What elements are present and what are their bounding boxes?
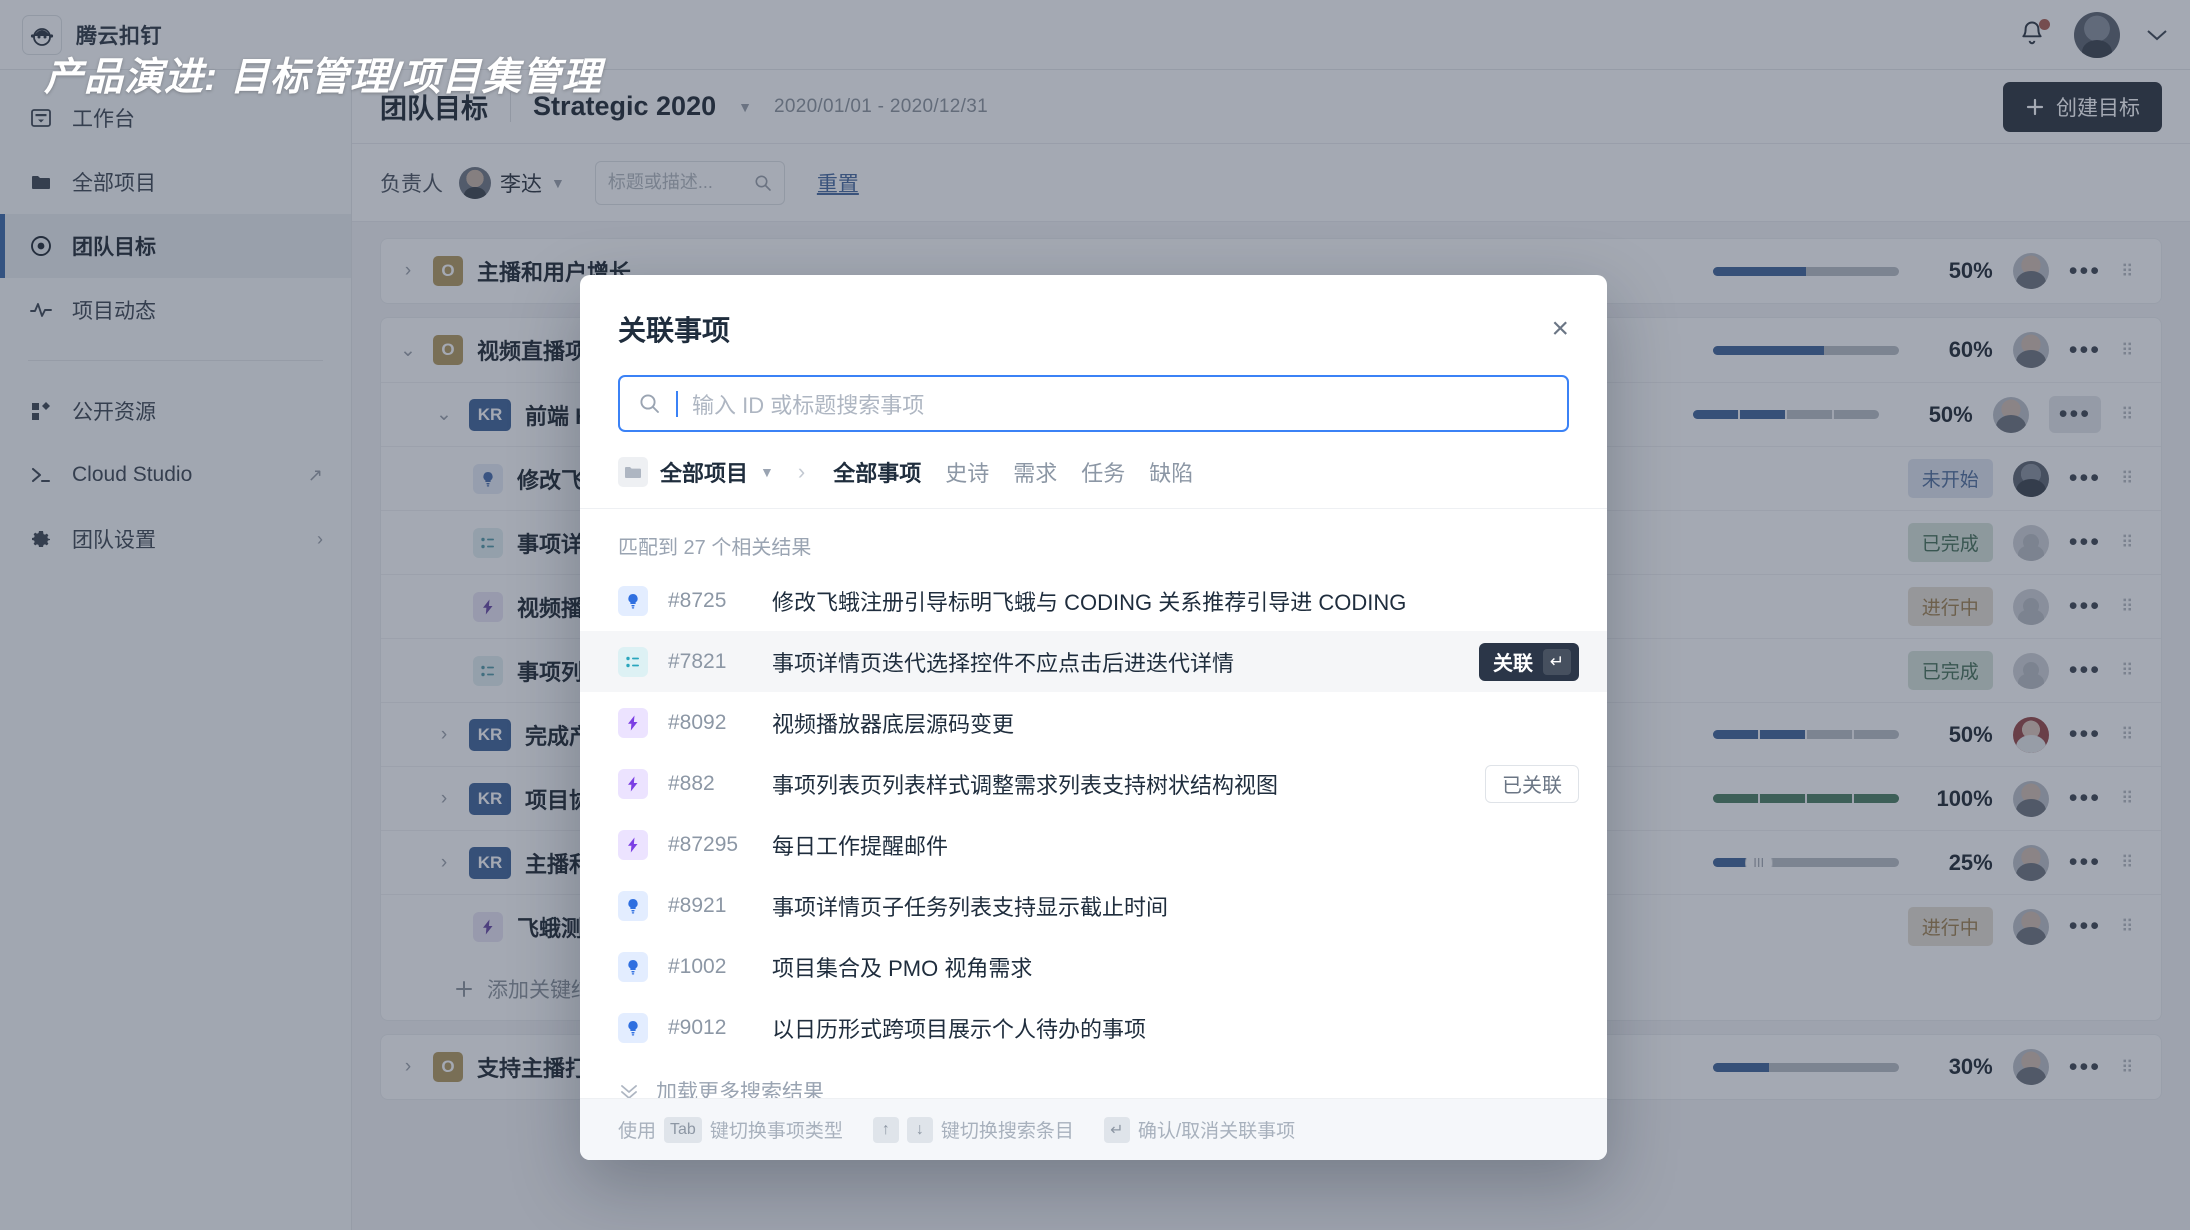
issue-title: 修改飞蛾注册引导标明飞蛾与 CODING 关系推荐引导进 CODING	[772, 585, 1406, 617]
issue-id: #87295	[668, 833, 752, 857]
issue-id: #882	[668, 772, 752, 796]
project-scope-select[interactable]: 全部项目 ▼	[618, 456, 774, 488]
search-input[interactable]: 输入 ID 或标题搜索事项	[692, 388, 924, 420]
hint-tab: 使用 Tab 键切换事项类型	[618, 1116, 843, 1143]
result-count-label: 匹配到 27 个相关结果	[580, 509, 1607, 570]
load-more-label: 加载更多搜索结果	[656, 1076, 824, 1098]
dialog-title: 关联事项	[618, 309, 730, 349]
load-more-button[interactable]: 加载更多搜索结果	[580, 1058, 1607, 1098]
hint-suffix: 键切换事项类型	[710, 1116, 843, 1143]
issue-id: #8725	[668, 589, 752, 613]
close-icon[interactable]: ×	[1551, 314, 1569, 344]
epic-icon	[618, 769, 648, 799]
requirement-icon	[618, 1013, 648, 1043]
issue-id: #8092	[668, 711, 752, 735]
issue-type-tabs: 全部项目 ▼ › 全部事项 史诗 需求 任务 缺陷	[580, 432, 1607, 509]
requirement-icon	[618, 891, 648, 921]
key-tab: Tab	[664, 1117, 702, 1143]
tab-requirement[interactable]: 需求	[1009, 456, 1061, 488]
issue-title: 每日工作提醒邮件	[772, 829, 948, 861]
list-item[interactable]: #8921 事项详情页子任务列表支持显示截止时间	[580, 875, 1607, 936]
issue-id: #7821	[668, 650, 752, 674]
hint-suffix: 确认/取消关联事项	[1138, 1116, 1295, 1143]
link-button-label: 关联	[1493, 647, 1533, 676]
issue-title: 项目集合及 PMO 视角需求	[772, 951, 1032, 983]
list-item[interactable]: #8092 视频播放器底层源码变更	[580, 692, 1607, 753]
dialog-header: 关联事项 ×	[580, 275, 1607, 367]
chevrons-down-icon	[618, 1080, 640, 1098]
tab-task[interactable]: 任务	[1077, 456, 1129, 488]
hint-suffix: 键切换搜索条目	[941, 1116, 1074, 1143]
list-item[interactable]: #9012 以日历形式跨项目展示个人待办的事项	[580, 997, 1607, 1058]
issue-title: 事项列表页列表样式调整需求列表支持树状结构视图	[772, 768, 1278, 800]
key-arrow-down: ↓	[907, 1117, 933, 1143]
list-item[interactable]: #7821 事项详情页迭代选择控件不应点击后进迭代详情 关联 ↵	[580, 631, 1607, 692]
dialog-footer-hints: 使用 Tab 键切换事项类型 ↑ ↓ 键切换搜索条目 ↵ 确认/取消关联事项	[580, 1098, 1607, 1160]
requirement-icon	[618, 952, 648, 982]
key-arrow-up: ↑	[873, 1117, 899, 1143]
hint-arrows: ↑ ↓ 键切换搜索条目	[873, 1116, 1074, 1143]
issue-title: 事项详情页子任务列表支持显示截止时间	[772, 890, 1168, 922]
epic-icon	[618, 830, 648, 860]
link-button[interactable]: 关联 ↵	[1479, 643, 1579, 681]
list-item[interactable]: #8725 修改飞蛾注册引导标明飞蛾与 CODING 关系推荐引导进 CODIN…	[580, 570, 1607, 631]
issue-title: 事项详情页迭代选择控件不应点击后进迭代详情	[772, 646, 1234, 678]
issue-search-field[interactable]: 输入 ID 或标题搜索事项	[618, 375, 1569, 432]
search-results: 匹配到 27 个相关结果 #8725 修改飞蛾注册引导标明飞蛾与 CODING …	[580, 509, 1607, 1098]
task-icon	[618, 647, 648, 677]
list-item[interactable]: #87295 每日工作提醒邮件	[580, 814, 1607, 875]
app-root: 腾云扣钉	[0, 0, 2190, 1230]
chevron-down-icon: ▼	[760, 464, 774, 480]
hint-prefix: 使用	[618, 1116, 656, 1143]
issue-action: 已关联	[1485, 765, 1579, 803]
folder-icon	[618, 457, 648, 487]
list-item[interactable]: #1002 项目集合及 PMO 视角需求	[580, 936, 1607, 997]
issue-id: #8921	[668, 894, 752, 918]
issue-title: 视频播放器底层源码变更	[772, 707, 1014, 739]
breadcrumb-separator: ›	[798, 459, 805, 485]
hint-enter: ↵ 确认/取消关联事项	[1104, 1116, 1295, 1143]
key-enter: ↵	[1104, 1117, 1130, 1143]
link-issue-dialog: 关联事项 × 输入 ID 或标题搜索事项 全部项目 ▼ › 全部事项 史诗 需求…	[580, 275, 1607, 1160]
tab-all-issues[interactable]: 全部事项	[829, 456, 925, 488]
epic-icon	[618, 708, 648, 738]
enter-key-icon: ↵	[1543, 649, 1571, 675]
already-linked-button[interactable]: 已关联	[1485, 765, 1579, 803]
tab-epic[interactable]: 史诗	[941, 456, 993, 488]
slide-headline: 产品演进: 目标管理/项目集管理	[44, 46, 602, 102]
issue-title: 以日历形式跨项目展示个人待办的事项	[772, 1012, 1146, 1044]
text-cursor	[676, 391, 678, 417]
issue-id: #9012	[668, 1016, 752, 1040]
list-item[interactable]: #882 事项列表页列表样式调整需求列表支持树状结构视图 已关联	[580, 753, 1607, 814]
project-scope-label: 全部项目	[660, 456, 748, 488]
issue-action: 关联 ↵	[1479, 643, 1579, 681]
search-icon	[638, 392, 662, 416]
requirement-icon	[618, 586, 648, 616]
tab-defect[interactable]: 缺陷	[1145, 456, 1197, 488]
issue-id: #1002	[668, 955, 752, 979]
